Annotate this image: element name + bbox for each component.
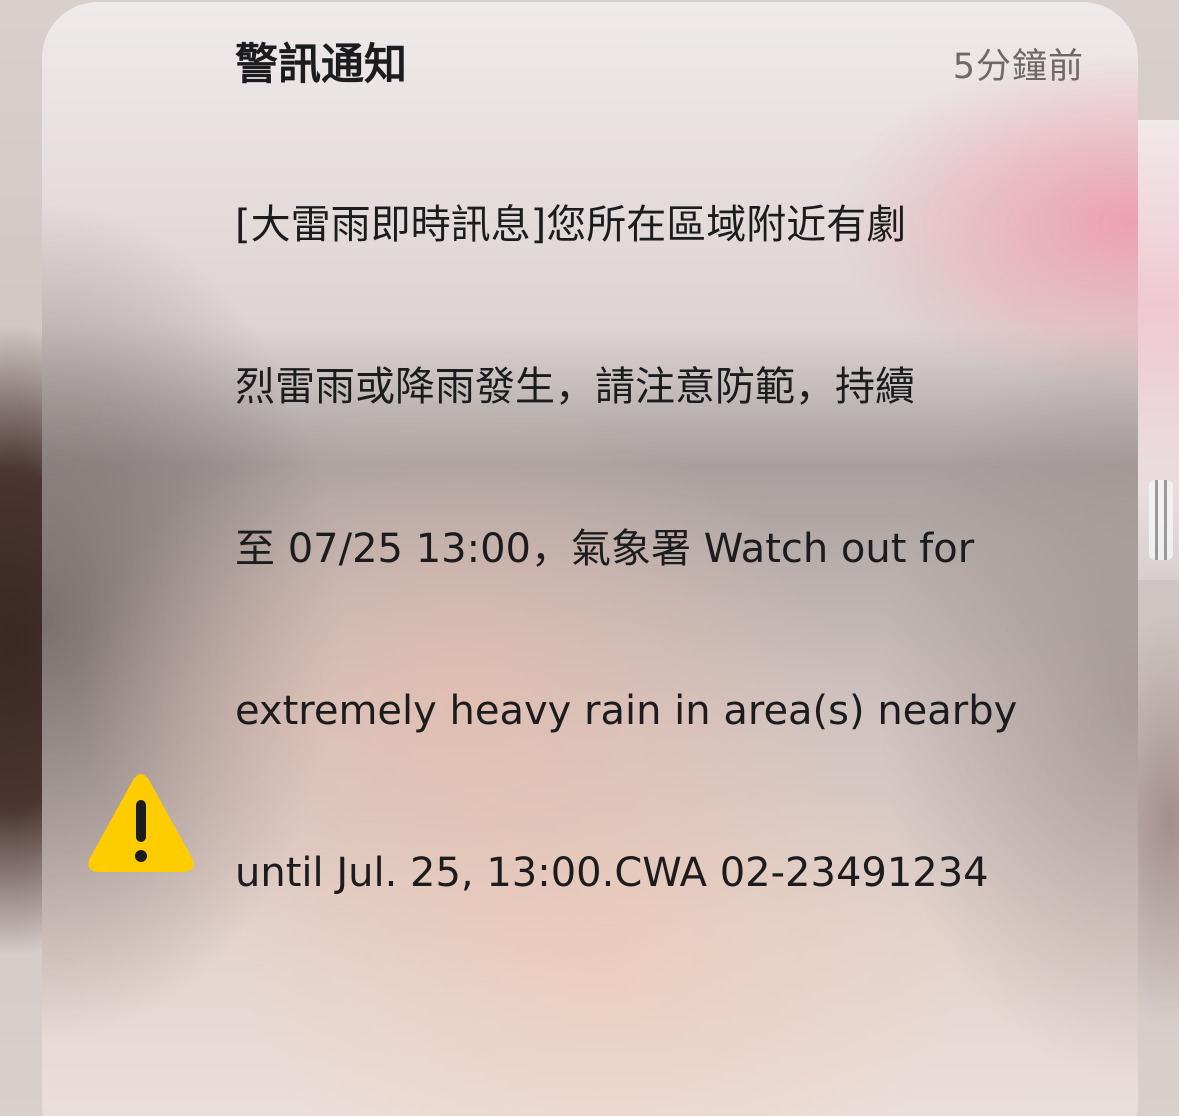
notification-message: [大雷雨即時訊息]您所在區域附近有劇 烈雷雨或降雨發生，請注意防範，持續 至 0… [235, 90, 1035, 1008]
message-line: until Jul. 25, 13:00.CWA 02-23491234 [235, 850, 989, 896]
warning-exclamation-dot [135, 850, 147, 862]
message-line: [大雷雨即時訊息]您所在區域附近有劇 [235, 202, 907, 248]
wallpaper-stripe [1149, 480, 1173, 560]
message-line: 至 07/25 13:00，氣象署 Watch out for [235, 526, 975, 572]
warning-exclamation-bar [136, 800, 146, 842]
notification-header: 警訊通知 5分鐘前 [235, 38, 1084, 98]
message-line: 烈雷雨或降雨發生，請注意防範，持續 [235, 364, 915, 410]
warning-triangle-icon [88, 774, 194, 872]
notification-card[interactable]: 警訊通知 5分鐘前 [大雷雨即時訊息]您所在區域附近有劇 烈雷雨或降雨發生，請注… [42, 2, 1138, 1116]
notification-timestamp: 5分鐘前 [952, 47, 1084, 87]
message-line: extremely heavy rain in area(s) nearby [235, 688, 1018, 734]
notification-title: 警訊通知 [235, 40, 407, 90]
